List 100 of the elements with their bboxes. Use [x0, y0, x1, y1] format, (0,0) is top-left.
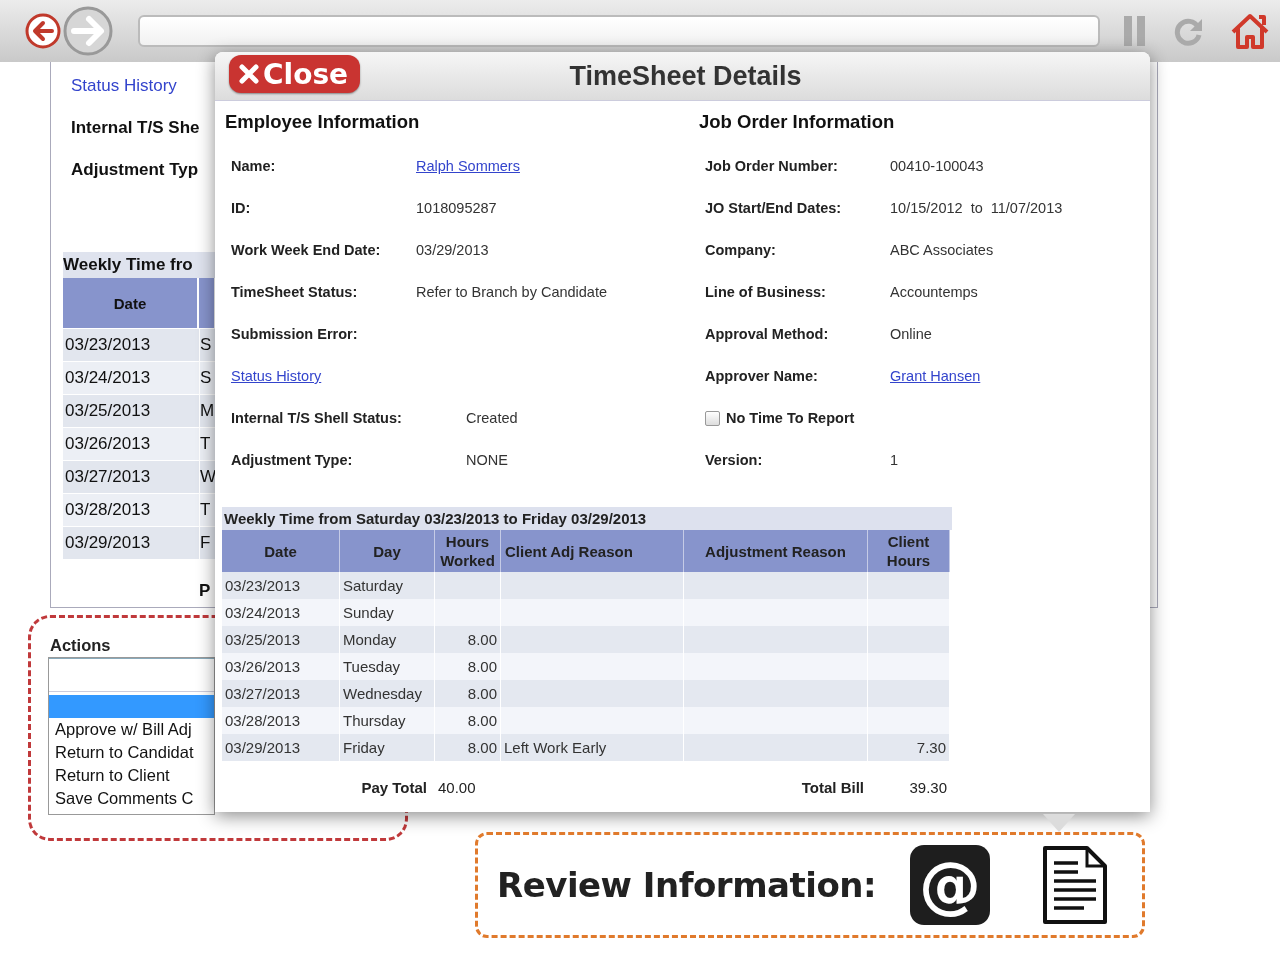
field-label: JO Start/End Dates: [705, 200, 843, 216]
field-label: Company: [705, 242, 777, 258]
table-cell: 7.30 [868, 734, 950, 761]
comment-field[interactable] [49, 658, 214, 692]
callout-label: Review Information: [497, 865, 877, 905]
field-value: 1 [890, 452, 899, 468]
table-cell: M [200, 395, 215, 427]
close-button[interactable]: Close [229, 55, 361, 93]
list-option[interactable]: Return to Client [49, 764, 214, 787]
back-icon[interactable] [24, 12, 62, 50]
table-cell: 03/23/2013 [222, 572, 340, 599]
table-title: Weekly Time from Saturday 03/23/2013 to Friday 03/29/2013 [222, 507, 952, 530]
name-link[interactable]: Ralph Sommers [416, 158, 520, 174]
field-label: ID: [231, 200, 252, 216]
field-label: Job Order Number: [705, 158, 839, 174]
table-cell: 8.00 [435, 626, 501, 653]
column-header: Hours Worked [435, 530, 501, 572]
table-cell: S [200, 362, 215, 394]
field-label: Work Week End Date: [231, 242, 382, 258]
table-cell: 03/28/2013 [222, 707, 340, 734]
field-label: TimeSheet Status: [231, 284, 359, 300]
column-header: Date [222, 530, 340, 572]
table-cell: 03/28/2013 [63, 494, 199, 526]
field-value: 00410-100043 [890, 158, 984, 174]
table-cell: 03/29/2013 [222, 734, 340, 761]
total-value: 39.30 [908, 778, 948, 798]
field-label: Adjustment Typ [71, 160, 199, 180]
total-value: 40.00 [437, 778, 477, 798]
list-option[interactable]: Approve w/ Bill Adj [49, 718, 214, 741]
checkbox-label: No Time To Report [726, 410, 855, 426]
total-label: Pay Total [360, 778, 428, 798]
document-icon[interactable] [1042, 845, 1109, 925]
table-cell: Tuesday [340, 653, 435, 680]
table-cell: W [200, 461, 215, 493]
section-heading: Job Order Information [699, 111, 896, 134]
address-bar[interactable] [138, 15, 1100, 47]
dialog-title: TimeSheet Details [569, 60, 802, 92]
checkbox[interactable] [705, 410, 720, 426]
name-link[interactable]: Grant Hansen [890, 368, 981, 384]
table-cell: Left Work Early [501, 734, 684, 761]
table-cell: 03/26/2013 [63, 428, 199, 460]
column-header [199, 278, 214, 328]
field-label: Name: [231, 158, 277, 174]
field-label: Line of Business: [705, 284, 827, 300]
home-icon[interactable] [1230, 12, 1270, 50]
field-label: Adjustment Type: [231, 452, 354, 468]
field-label: Approver Name: [705, 368, 819, 384]
field-label: Internal T/S She [71, 118, 200, 138]
table-cell: Friday [340, 734, 435, 761]
table-cell: Wednesday [340, 680, 435, 707]
table-cell: 8.00 [435, 680, 501, 707]
column-header: Client Adj Reason [501, 530, 684, 572]
column-header: Adjustment Reason [684, 530, 868, 572]
field-label: Version: [705, 452, 764, 468]
field-value: Created [466, 410, 518, 426]
field-value: Online [890, 326, 932, 342]
list-option[interactable]: Return to Candidat [49, 741, 214, 764]
field-value: ABC Associates [890, 242, 994, 258]
table-cell: Monday [340, 626, 435, 653]
field-value: Refer to Branch by Candidate [416, 284, 608, 300]
table-cell: Sunday [340, 599, 435, 626]
table-cell: 03/27/2013 [222, 680, 340, 707]
field-value: Accountemps [890, 284, 978, 300]
table-cell: 03/24/2013 [222, 599, 340, 626]
field-label: Internal T/S Shell Status: [231, 410, 403, 426]
column-header: Day [340, 530, 435, 572]
table-cell: Saturday [340, 572, 435, 599]
field-value: NONE [466, 452, 508, 468]
table-cell: 8.00 [435, 707, 501, 734]
table-cell: 03/25/2013 [63, 395, 199, 427]
forward-icon[interactable] [62, 5, 114, 57]
table-cell: 03/27/2013 [63, 461, 199, 493]
column-header: Client Hours [868, 530, 950, 572]
table-cell [435, 572, 501, 599]
table-cell: 03/29/2013 [63, 527, 199, 559]
table-cell: 03/23/2013 [63, 329, 199, 361]
field-value: 1018095287 [416, 200, 497, 216]
table-cell: T [200, 428, 215, 460]
field-label: Submission Error: [231, 326, 359, 342]
pause-icon[interactable] [1122, 15, 1148, 47]
table-cell: 03/24/2013 [63, 362, 199, 394]
table-cell [435, 599, 501, 626]
table-cell: F [200, 527, 215, 559]
list-option[interactable]: Save Comments C [49, 787, 214, 810]
table-cell: T [200, 494, 215, 526]
status-history-link[interactable]: Status History [71, 76, 177, 96]
field-value: 10/15/2012 to 11/07/2013 [890, 200, 1063, 216]
email-button[interactable]: @ [910, 845, 991, 925]
column-header: Date [63, 278, 197, 328]
actions-list[interactable]: Approve w/ Bill Adj Return to Candidat Return to Client Save Comments C [48, 657, 215, 815]
field-label: Approval Method: [705, 326, 830, 342]
table-cell: 8.00 [435, 653, 501, 680]
table-cell: 8.00 [435, 734, 501, 761]
table-cell: S [200, 329, 215, 361]
table-cell: Thursday [340, 707, 435, 734]
section-title: Actions [49, 636, 112, 655]
status-history-link[interactable]: Status History [231, 368, 322, 384]
section-heading: Employee Information [225, 111, 421, 134]
table-title: Weekly Time fro [63, 252, 215, 278]
total-label: Total Bill [800, 778, 865, 798]
